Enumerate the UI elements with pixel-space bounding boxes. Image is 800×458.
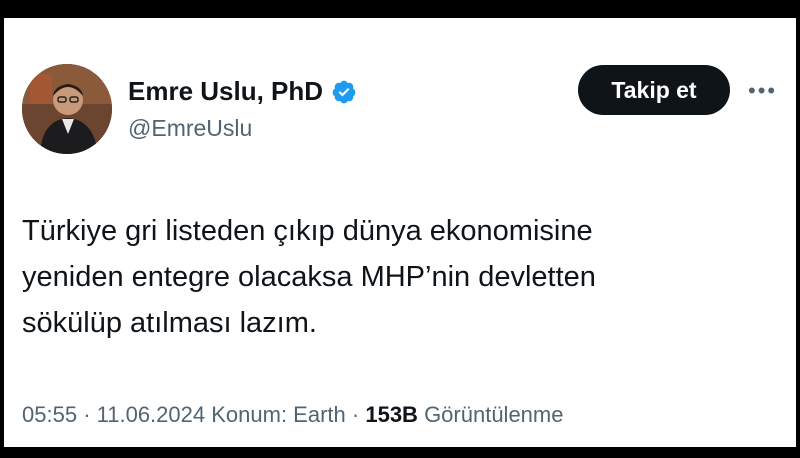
- profile-photo: [22, 64, 112, 154]
- verified-badge-icon: [332, 80, 356, 103]
- tweet-line: Türkiye gri listeden çıkıp dünya ekonomi…: [22, 215, 593, 247]
- follow-button[interactable]: Takip et: [578, 65, 730, 115]
- tweet-text: Türkiye gri listeden çıkıp dünya ekonomi…: [22, 208, 762, 346]
- views-label: Görüntülenme: [424, 402, 564, 427]
- tweet-date[interactable]: 11.06.2024: [97, 402, 205, 427]
- tweet-line: sökülüp atılması lazım.: [22, 307, 317, 339]
- separator-dot: ·: [351, 402, 366, 427]
- author-row: Emre Uslu, PhD: [128, 76, 357, 107]
- tweet-meta: 05:55 · 11.06.2024 Konum: Earth · 153B G…: [22, 402, 563, 428]
- tweet-time[interactable]: 05:55: [22, 402, 77, 427]
- tweet-card: Emre Uslu, PhD @EmreUslu Takip et ••• Tü…: [4, 18, 796, 447]
- more-dots-icon[interactable]: •••: [748, 78, 777, 104]
- author-handle[interactable]: @EmreUslu: [128, 115, 252, 142]
- author-name[interactable]: Emre Uslu, PhD: [128, 76, 323, 107]
- avatar[interactable]: [22, 64, 112, 154]
- tweet-line: yeniden entegre olacaksa MHP’nin devlett…: [22, 261, 596, 293]
- tweet-location: Konum: Earth: [211, 402, 346, 427]
- views-count: 153B: [365, 402, 418, 427]
- separator-dot: ·: [83, 402, 97, 427]
